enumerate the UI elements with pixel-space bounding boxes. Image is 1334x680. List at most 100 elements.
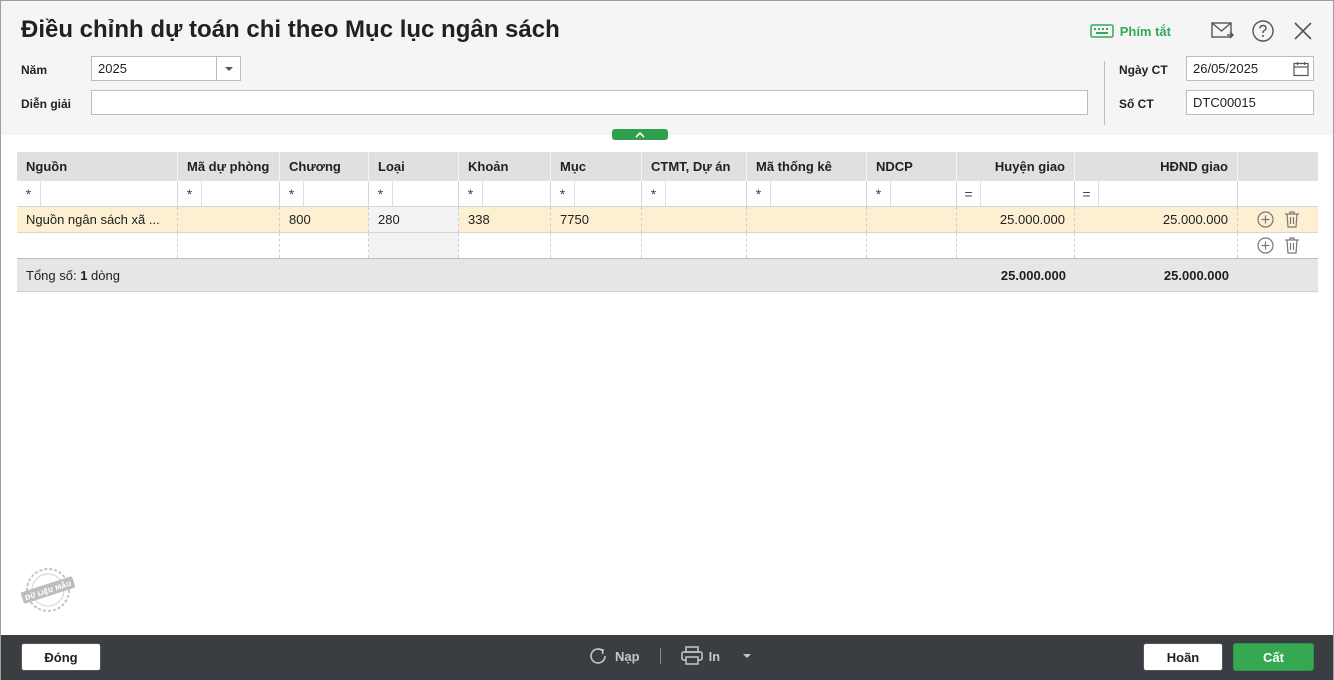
cell-ndcp[interactable]: [867, 207, 957, 232]
filter-loai[interactable]: *: [369, 181, 459, 206]
empty-cell[interactable]: [369, 233, 459, 258]
add-row-icon[interactable]: [1256, 237, 1274, 254]
print-button[interactable]: In: [680, 646, 721, 666]
trash-icon[interactable]: [1284, 211, 1300, 228]
empty-cell[interactable]: [178, 233, 280, 258]
close-icon[interactable]: [1291, 19, 1315, 43]
filter-op[interactable]: *: [551, 181, 575, 206]
grid-footer-row: Tổng số: 1 dòng 25.000.000 25.000.000: [17, 259, 1318, 292]
calendar-icon[interactable]: [1293, 61, 1309, 77]
printer-icon: [680, 646, 703, 665]
sample-data-stamp: DỮ LIỆU MẪU: [19, 567, 77, 613]
filter-op[interactable]: *: [867, 181, 891, 206]
year-combo[interactable]: 2025: [91, 56, 241, 81]
grid-filter-row: * * * * * * * * * = =: [17, 181, 1318, 207]
filter-op[interactable]: *: [369, 181, 393, 206]
reload-button[interactable]: Nạp: [587, 645, 640, 667]
reload-label: Nạp: [615, 648, 640, 664]
mail-icon[interactable]: [1211, 19, 1235, 43]
close-button[interactable]: Đóng: [21, 643, 101, 671]
filter-ma-thong-ke[interactable]: *: [747, 181, 867, 206]
filter-chuong[interactable]: *: [280, 181, 369, 206]
doc-no-label: Số CT: [1119, 97, 1154, 111]
filter-op[interactable]: *: [642, 181, 666, 206]
dialog-window: Điều chỉnh dự toán chi theo Mục lục ngân…: [0, 0, 1334, 680]
cell-huyen-giao[interactable]: 25.000.000: [957, 207, 1075, 232]
shortcut-label: Phím tắt: [1119, 23, 1171, 39]
cell-hdnd-giao[interactable]: 25.000.000: [1075, 207, 1238, 232]
cell-chuong[interactable]: 800: [280, 207, 369, 232]
empty-cell[interactable]: [957, 233, 1075, 258]
footer-separator: [659, 648, 661, 664]
print-dropdown-icon[interactable]: [742, 653, 752, 659]
col-header-ndcp[interactable]: NDCP: [867, 152, 957, 181]
col-header-nguon[interactable]: Nguồn: [17, 152, 178, 181]
filter-op[interactable]: *: [459, 181, 483, 206]
row-count-prefix: Tổng số:: [26, 267, 81, 283]
save-button[interactable]: Cất: [1233, 643, 1314, 671]
filter-ma-du-phong[interactable]: *: [178, 181, 280, 206]
filter-op[interactable]: =: [1075, 181, 1099, 206]
empty-cell[interactable]: [551, 233, 642, 258]
row-actions: [1238, 233, 1318, 258]
col-header-ctmt[interactable]: CTMT, Dự án: [642, 152, 747, 181]
help-icon[interactable]: [1251, 19, 1275, 43]
filter-op[interactable]: *: [280, 181, 304, 206]
footer-center-tools: Nạp In: [587, 645, 752, 667]
cell-loai[interactable]: 280: [369, 207, 459, 232]
empty-cell[interactable]: [280, 233, 369, 258]
cancel-button[interactable]: Hoãn: [1143, 643, 1223, 671]
total-huyen-giao: 25.000.000: [1000, 267, 1066, 283]
empty-cell[interactable]: [1075, 233, 1238, 258]
filter-muc[interactable]: *: [551, 181, 642, 206]
cell-ma-thong-ke[interactable]: [747, 207, 867, 232]
filter-huyen-giao[interactable]: =: [957, 181, 1075, 206]
cell-ma-du-phong[interactable]: [178, 207, 280, 232]
filter-op[interactable]: *: [17, 181, 41, 206]
col-header-ma-du-phong[interactable]: Mã dự phòng: [178, 152, 280, 181]
col-header-ma-thong-ke[interactable]: Mã thống kê: [747, 152, 867, 181]
description-input[interactable]: [91, 90, 1088, 115]
year-dropdown-button[interactable]: [216, 57, 240, 80]
filter-ctmt[interactable]: *: [642, 181, 747, 206]
row-count-suffix: dòng: [87, 267, 120, 283]
filter-hdnd-giao[interactable]: =: [1075, 181, 1238, 206]
filter-op[interactable]: *: [178, 181, 202, 206]
dialog-footer: Đóng Nạp In Hoãn Cất: [1, 635, 1333, 680]
refresh-icon: [590, 648, 606, 664]
date-label: Ngày CT: [1119, 63, 1168, 77]
filter-ndcp[interactable]: *: [867, 181, 957, 206]
col-header-huyen-giao[interactable]: Huyện giao: [957, 152, 1075, 181]
dialog-header: Điều chỉnh dự toán chi theo Mục lục ngân…: [1, 1, 1333, 135]
print-label: In: [708, 648, 721, 664]
cell-ctmt[interactable]: [642, 207, 747, 232]
empty-cell[interactable]: [459, 233, 551, 258]
cell-muc[interactable]: 7750: [551, 207, 642, 232]
filter-op[interactable]: *: [747, 181, 771, 206]
empty-cell[interactable]: [747, 233, 867, 258]
row-actions: [1238, 207, 1318, 232]
doc-no-input[interactable]: DTC00015: [1186, 90, 1314, 115]
empty-cell[interactable]: [642, 233, 747, 258]
shortcut-button[interactable]: Phím tắt: [1089, 23, 1171, 39]
add-row-icon[interactable]: [1256, 211, 1274, 228]
filter-op[interactable]: =: [957, 181, 981, 206]
col-header-muc[interactable]: Mục: [551, 152, 642, 181]
trash-icon[interactable]: [1284, 237, 1300, 254]
col-header-hdnd-giao[interactable]: HĐND giao: [1075, 152, 1238, 181]
grid-header-row: Nguồn Mã dự phòng Chương Loại Khoản Mục …: [17, 152, 1318, 181]
table-row[interactable]: Nguồn ngân sách xã ... 800 280 338 7750 …: [17, 207, 1318, 233]
empty-table-row[interactable]: [17, 233, 1318, 259]
empty-cell[interactable]: [17, 233, 178, 258]
collapse-header-button[interactable]: [612, 129, 668, 140]
empty-cell[interactable]: [867, 233, 957, 258]
cell-khoan[interactable]: 338: [459, 207, 551, 232]
filter-khoan[interactable]: *: [459, 181, 551, 206]
col-header-khoan[interactable]: Khoản: [459, 152, 551, 181]
col-header-chuong[interactable]: Chương: [280, 152, 369, 181]
chevron-up-icon: [635, 131, 645, 138]
col-header-loai[interactable]: Loại: [369, 152, 459, 181]
date-input[interactable]: 26/05/2025: [1186, 56, 1314, 81]
cell-nguon[interactable]: Nguồn ngân sách xã ...: [17, 207, 178, 232]
filter-nguon[interactable]: *: [17, 181, 178, 206]
